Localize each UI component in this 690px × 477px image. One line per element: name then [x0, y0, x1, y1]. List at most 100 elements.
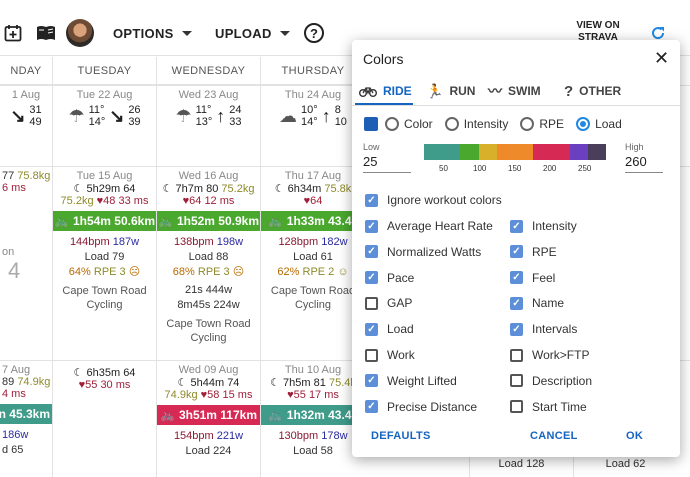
option-checkbox-rpe[interactable]: ✓ RPE: [510, 245, 557, 259]
avg-hr: 144bpm: [69, 236, 110, 248]
activity-bar[interactable]: 🚲 3h51m 117km: [157, 405, 260, 425]
norm-watts: 178w: [321, 430, 348, 442]
rpe-value: RPE 3: [93, 266, 126, 278]
tab-swim[interactable]: 〰 SWIM: [488, 76, 541, 106]
activity-bar[interactable]: n 45.3km: [0, 404, 52, 424]
activity-summary: n 45.3km: [0, 407, 50, 421]
day-header-tuesday: TUESDAY: [53, 57, 156, 85]
empty-checkbox-icon: [510, 348, 523, 362]
option-checkbox-normalized-watts[interactable]: ✓ Normalized Watts: [365, 245, 481, 259]
high-input[interactable]: 260: [625, 154, 663, 173]
avg-hr: 128bpm: [278, 236, 319, 248]
option-checkbox-precise-distance[interactable]: ✓ Precise Distance: [365, 400, 477, 414]
activity-bar[interactable]: 🚲 1h33m 43.4k: [261, 211, 365, 231]
fitness-label: on: [2, 246, 15, 258]
tab-run-label: RUN: [449, 84, 476, 98]
check-icon: ✓: [510, 271, 523, 285]
resting-hr: 55: [293, 389, 306, 401]
option-checkbox-description[interactable]: Description: [510, 374, 592, 388]
radio-load[interactable]: [576, 117, 591, 131]
tab-ride-label: RIDE: [383, 84, 412, 98]
day-cell-tuesday-wk2[interactable]: Tue 15 Aug ☾ 5h29m 64 75.2kg ♥48 33 ms 🚲…: [53, 170, 156, 312]
check-icon: ✓: [365, 374, 378, 388]
option-checkbox-intervals[interactable]: ✓ Intervals: [510, 322, 577, 336]
scale-segment: [496, 144, 516, 160]
book-icon[interactable]: [36, 10, 56, 56]
day-cell-monday-wk3[interactable]: 7 Aug 89 74.9kg 4 ms n 45.3km 186w d 65: [0, 364, 52, 458]
option-label: Pace: [387, 270, 415, 285]
load-value: Load 79: [84, 251, 125, 263]
option-checkbox-work-ftp[interactable]: Work>FTP: [510, 348, 589, 362]
scale-tick-label: 100: [473, 164, 487, 173]
option-checkbox-feel[interactable]: ✓ Feel: [510, 271, 555, 285]
radio-color-label: Color: [404, 117, 433, 131]
day-cell-thursday-wk3[interactable]: Thu 10 Aug ☾ 7h5m 81 75.4k ♥55 17 ms 🚲 1h…: [261, 364, 365, 459]
option-checkbox-intensity[interactable]: ✓ Intensity: [510, 219, 577, 233]
resting-hr: 48: [103, 195, 116, 207]
day-header-monday: NDAY: [0, 57, 52, 85]
day-cell-saturday-wk3[interactable]: Load 62: [574, 457, 677, 472]
upload-menu-button[interactable]: UPLOAD: [215, 10, 290, 56]
check-icon: ✓: [510, 322, 523, 336]
option-checkbox-name[interactable]: ✓ Name: [510, 296, 564, 310]
day-cell-thursday-wk2[interactable]: Thu 17 Aug ☾ 6h34m 75.8k ♥64 🚲 1h33m 43.4…: [261, 170, 365, 312]
scale-segment: [478, 144, 497, 160]
day-cell-friday-wk3[interactable]: Load 128: [470, 457, 573, 472]
cancel-button[interactable]: CANCEL: [530, 430, 578, 442]
radio-intensity[interactable]: [444, 117, 459, 131]
day-cell-wednesday-wk2[interactable]: Wed 16 Aug ☾ 7h7m 80 75.2kg ♥64 12 ms 🚲 1…: [157, 170, 260, 345]
date-label: Thu 10 Aug: [284, 364, 342, 376]
options-menu-button[interactable]: OPTIONS: [113, 10, 192, 56]
tab-other[interactable]: ? OTHER: [564, 76, 621, 106]
add-calendar-icon[interactable]: [4, 10, 22, 56]
day-cell-wednesday-wk3[interactable]: Wed 09 Aug ☾ 5h44m 74 74.9kg ♥58 15 ms 🚲…: [157, 364, 260, 459]
intensity-value: 68%: [172, 266, 195, 278]
help-button[interactable]: ?: [304, 10, 324, 56]
day-cell-tuesday-wk3[interactable]: ☾ 6h35m 64 ♥55 30 ms: [53, 364, 156, 391]
check-icon: ✓: [510, 296, 523, 310]
day-cell-monday-wk2[interactable]: 77 75.8kg 6 ms on 4: [0, 170, 52, 284]
ignore-workout-colors-checkbox[interactable]: ✓ Ignore workout colors: [365, 193, 502, 207]
weather-cell-thursday[interactable]: Thu 24 Aug ☁ 10° 14° ↑ 8 10: [261, 89, 365, 128]
option-checkbox-start-time[interactable]: Start Time: [510, 400, 587, 414]
defaults-button[interactable]: DEFAULTS: [371, 430, 431, 442]
sleep-score: 77: [2, 170, 15, 182]
option-checkbox-work[interactable]: Work: [365, 348, 415, 362]
activity-bar[interactable]: 🚲 1h52m 50.9km: [157, 211, 260, 231]
weight-value: 75.2kg: [221, 183, 255, 195]
strava-line1: VIEW ON: [576, 20, 620, 31]
bike-icon: 🚲: [53, 214, 69, 228]
close-icon[interactable]: ✕: [654, 48, 669, 69]
bike-icon: [359, 87, 377, 97]
option-checkbox-weight-lifted[interactable]: ✓ Weight Lifted: [365, 374, 457, 388]
weight-value: 75.8k: [324, 183, 352, 195]
weather-cell-monday[interactable]: 1 Aug ↘ 31 49: [0, 89, 52, 128]
rain-cloud-icon: ☂: [175, 105, 192, 126]
tab-ride[interactable]: RIDE: [359, 76, 412, 106]
activity-bar[interactable]: 🚲 1h32m 43.4k: [261, 405, 365, 425]
date-label: Wed 16 Aug: [178, 170, 239, 182]
gust-value: 49: [29, 116, 42, 128]
color-swatch[interactable]: [364, 117, 378, 131]
wind-arrow-icon: ↘: [10, 105, 26, 126]
radio-rpe[interactable]: [520, 117, 535, 131]
option-checkbox-load[interactable]: ✓ Load: [365, 322, 414, 336]
weight-value: 74.9kg: [164, 389, 198, 401]
option-label: GAP: [387, 296, 413, 311]
tab-run[interactable]: 🏃 RUN: [426, 76, 475, 106]
option-checkbox-gap[interactable]: GAP: [365, 296, 412, 310]
ok-button[interactable]: OK: [626, 430, 643, 442]
low-input[interactable]: 25: [363, 154, 411, 173]
dialog-title: Colors: [363, 51, 404, 67]
avatar[interactable]: [66, 10, 94, 56]
weather-cell-tuesday[interactable]: Tue 22 Aug ☂ 11° 14° ↘ 26 39: [53, 89, 156, 128]
radio-color[interactable]: [385, 117, 399, 131]
option-label: Start Time: [532, 399, 587, 414]
scale-segment: [551, 144, 570, 160]
activity-bar[interactable]: 🚲 1h54m 50.6km: [53, 211, 156, 231]
intensity-value: 62%: [277, 266, 300, 278]
weather-cell-wednesday[interactable]: Wed 23 Aug ☂ 11° 13° ↑ 24 33: [157, 89, 260, 128]
option-checkbox-pace[interactable]: ✓ Pace: [365, 271, 414, 285]
option-checkbox-average-heart-rate[interactable]: ✓ Average Heart Rate: [365, 219, 493, 233]
resting-hr: 64: [189, 195, 202, 207]
